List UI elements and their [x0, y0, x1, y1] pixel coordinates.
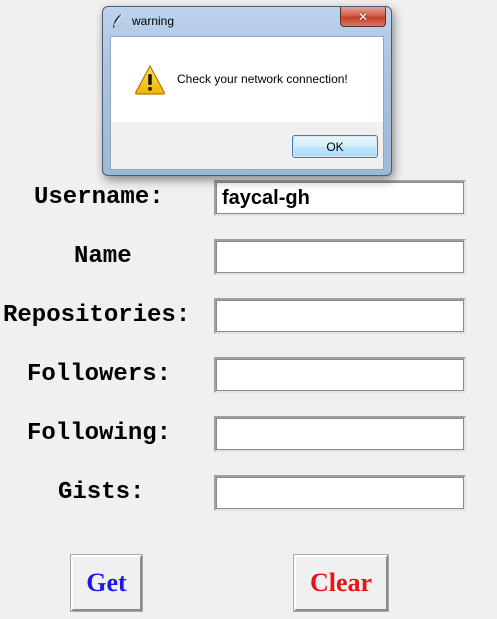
repositories-field[interactable]: [214, 298, 466, 334]
name-field[interactable]: [214, 239, 466, 275]
dialog-title: warning: [132, 14, 175, 28]
warning-dialog: warning ✕ Check your network connection!…: [102, 6, 392, 176]
dialog-titlebar[interactable]: warning ✕: [103, 7, 391, 35]
username-field[interactable]: faycal-gh: [214, 180, 466, 216]
gists-field[interactable]: [214, 475, 466, 511]
username-label: Username:: [34, 184, 164, 211]
dialog-message: Check your network connection!: [177, 72, 348, 86]
following-label: Following:: [27, 420, 172, 447]
feather-icon: [113, 13, 123, 28]
warning-icon: [135, 64, 165, 95]
dialog-body: Check your network connection! OK: [110, 36, 384, 170]
dialog-close-button[interactable]: ✕: [340, 7, 386, 27]
followers-label: Followers:: [27, 361, 172, 388]
clear-button[interactable]: Clear: [293, 554, 389, 612]
name-label: Name: [74, 243, 132, 270]
dialog-message-area: Check your network connection!: [111, 37, 383, 122]
get-button[interactable]: Get: [70, 554, 143, 612]
gists-label: Gists:: [58, 479, 145, 506]
username-value: faycal-gh: [222, 186, 310, 209]
close-icon: ✕: [357, 9, 369, 24]
ok-button[interactable]: OK: [292, 135, 378, 158]
following-field[interactable]: [214, 416, 466, 452]
repositories-label: Repositories:: [3, 302, 191, 329]
followers-field[interactable]: [214, 357, 466, 393]
